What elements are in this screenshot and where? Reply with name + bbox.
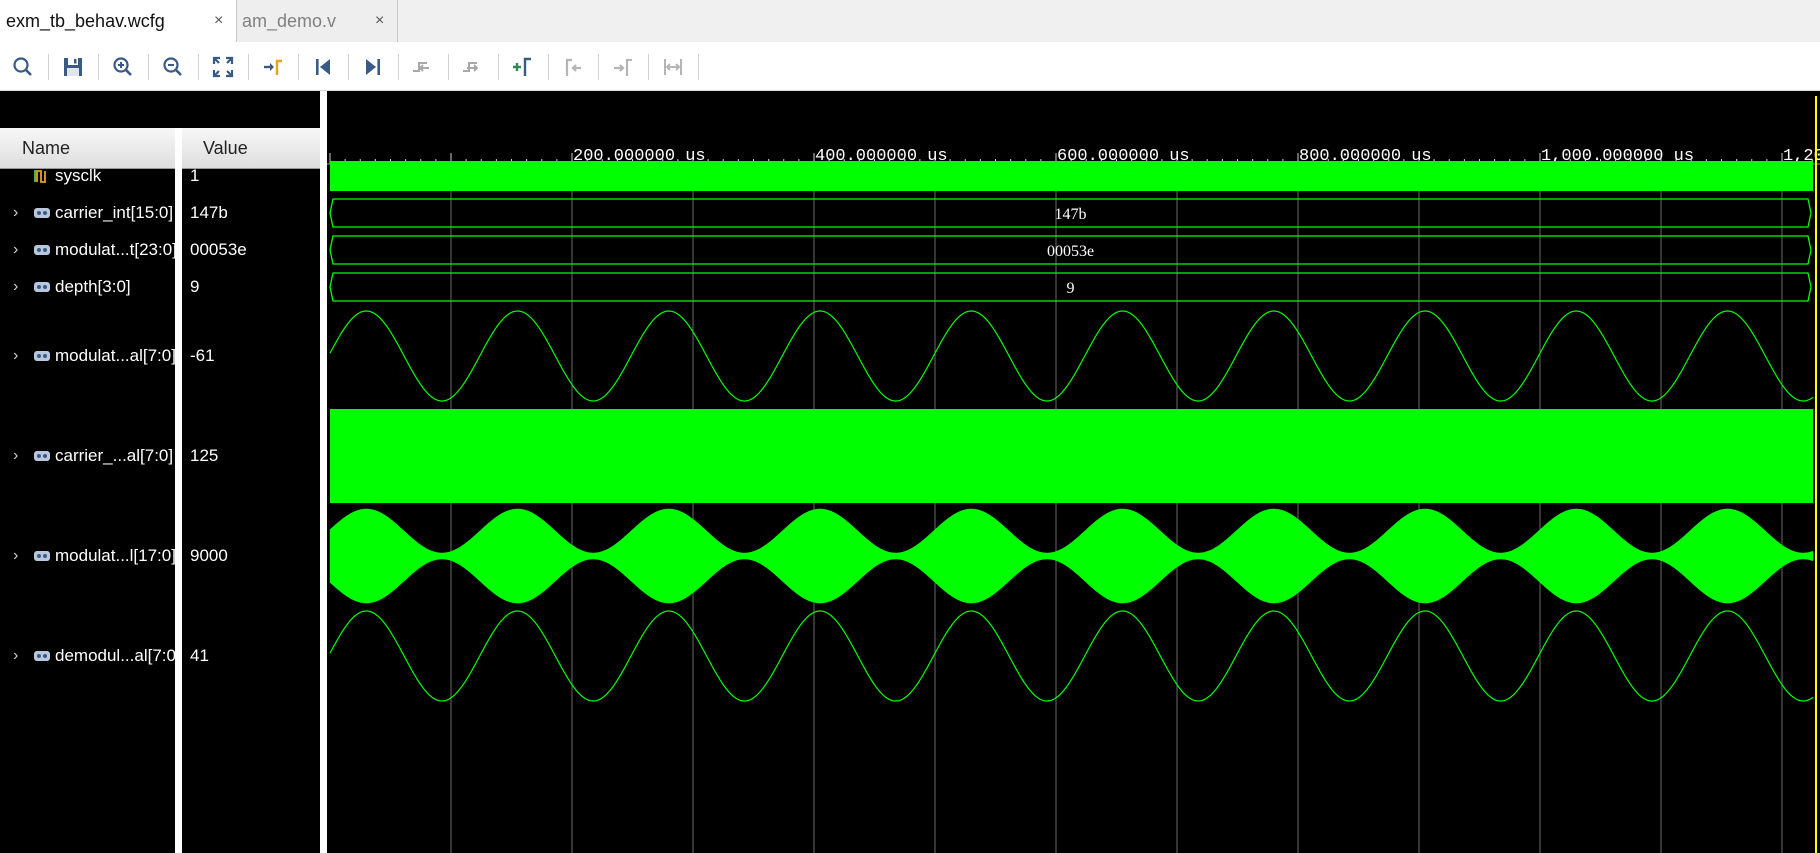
signal-row-0[interactable]: sysclk 1 — [0, 158, 320, 194]
name-header-label: Name — [22, 138, 71, 158]
previous-transition-icon[interactable] — [410, 54, 436, 80]
signal-row-3[interactable]: › depth[3:0] 9 — [0, 269, 320, 305]
expand-chevron-icon[interactable]: › — [13, 269, 18, 305]
bus-value-label: 9 — [1067, 280, 1075, 297]
next-transition-icon[interactable] — [460, 54, 486, 80]
signal-name: modulat...t[23:0] — [55, 240, 175, 259]
signal-name: modulat...l[17:0] — [55, 546, 175, 565]
signal-name: demodul...al[7:0] — [55, 646, 175, 665]
bus-signal-icon — [34, 351, 50, 361]
signal-value: -61 — [190, 346, 215, 365]
tab-am-demo-v[interactable]: am_demo.v × — [237, 0, 398, 42]
expand-chevron-icon[interactable]: › — [13, 438, 18, 474]
signal-value: 125 — [190, 446, 219, 465]
signal-row-5[interactable]: › carrier_...al[7:0] 125 — [0, 438, 320, 474]
zoom-in-icon[interactable] — [110, 54, 136, 80]
signal-row-6[interactable]: › modulat...l[17:0] 9000 — [0, 538, 320, 574]
bus-signal-icon — [34, 245, 50, 255]
signal-value: 9000 — [190, 546, 228, 565]
signal-name: modulat...al[7:0] — [55, 346, 175, 365]
waveform-viewer: Name Value sysclk 1 › carrier_int[15:0] 147b… — [0, 91, 1820, 853]
waveform-toolbar — [0, 42, 1820, 91]
analog-waveform — [329, 310, 1814, 402]
previous-marker-icon[interactable] — [560, 54, 586, 80]
zoom-fit-icon[interactable] — [210, 54, 236, 80]
expand-chevron-icon[interactable]: › — [13, 638, 18, 674]
signal-row-7[interactable]: › demodul...al[7:0] 41 — [0, 638, 320, 674]
signal-row-2[interactable]: › modulat...t[23:0] 00053e — [0, 232, 320, 268]
signal-row-4[interactable]: › modulat...al[7:0] -61 — [0, 338, 320, 374]
close-icon[interactable]: × — [375, 12, 384, 30]
signal-name: carrier_...al[7:0] — [55, 446, 174, 465]
next-marker-icon[interactable] — [610, 54, 636, 80]
signal-name: carrier_int[15:0] — [55, 203, 174, 222]
expand-chevron-icon[interactable]: › — [13, 538, 18, 574]
analog-waveform — [329, 610, 1814, 702]
signal-value: 00053e — [190, 240, 247, 259]
expand-chevron-icon[interactable]: › — [13, 338, 18, 374]
bus-value-label: 147b — [1055, 206, 1087, 223]
signal-name: depth[3:0] — [55, 277, 131, 296]
add-marker-icon[interactable] — [510, 54, 536, 80]
save-icon[interactable] — [60, 54, 86, 80]
value-wave-splitter[interactable] — [320, 91, 327, 853]
bus-value-label: 00053e — [1047, 243, 1094, 260]
bus-signal-icon — [34, 551, 50, 561]
editor-tab-bar: exm_tb_behav.wcfg × am_demo.v × — [0, 0, 1820, 42]
zoom-out-icon[interactable] — [160, 54, 186, 80]
bus-signal-icon — [34, 651, 50, 661]
signal-name: sysclk — [55, 166, 102, 185]
swap-cursors-icon[interactable] — [660, 54, 686, 80]
bit-signal-icon — [34, 170, 46, 183]
value-header-label: Value — [203, 138, 248, 158]
signal-value: 41 — [190, 646, 209, 665]
signal-row-1[interactable]: › carrier_int[15:0] 147b — [0, 195, 320, 231]
go-to-time-zero-icon[interactable] — [310, 54, 336, 80]
tab-label: exm_tb_behav.wcfg — [6, 11, 165, 31]
bus-signal-icon — [34, 282, 50, 292]
signal-value: 9 — [190, 277, 200, 296]
go-to-cursor-icon[interactable] — [260, 54, 286, 80]
signal-value: 147b — [190, 203, 228, 222]
expand-chevron-icon[interactable]: › — [13, 232, 18, 268]
tab-exm-tb-behav-wcfg[interactable]: exm_tb_behav.wcfg × — [0, 0, 237, 42]
search-icon[interactable] — [10, 54, 36, 80]
am-modulated-waveform — [329, 508, 1814, 604]
go-to-last-time-icon[interactable] — [360, 54, 386, 80]
clock-waveform — [330, 161, 1813, 191]
bus-signal-icon — [34, 451, 50, 461]
signal-value: 1 — [190, 166, 200, 185]
carrier-waveform — [330, 409, 1813, 503]
close-icon[interactable]: × — [214, 12, 223, 30]
waveform-canvas[interactable]: 200.000000 us 400.000000 us 600.000000 us 8… — [327, 91, 1820, 853]
expand-chevron-icon[interactable]: › — [13, 195, 18, 231]
tab-label: am_demo.v — [242, 11, 337, 31]
bus-signal-icon — [34, 208, 50, 218]
